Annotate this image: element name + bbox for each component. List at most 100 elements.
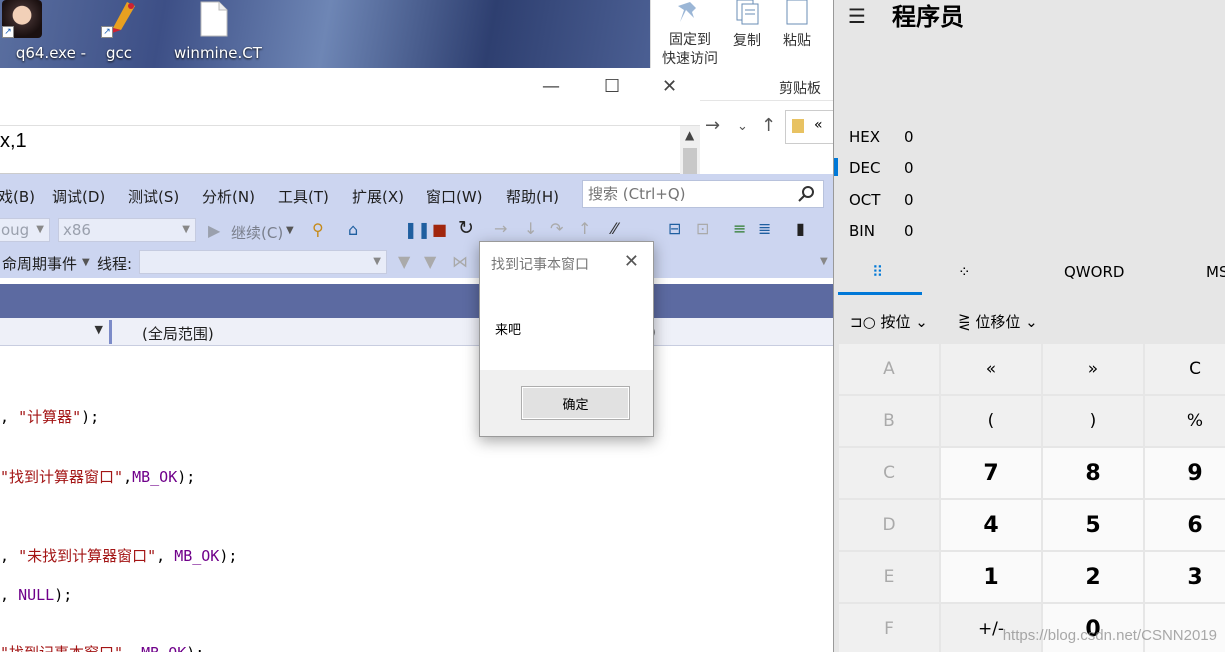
- key-right-shift[interactable]: »: [1043, 344, 1143, 394]
- restart-icon[interactable]: ↻: [458, 218, 474, 238]
- minimize-icon[interactable]: —: [542, 76, 560, 97]
- key-e[interactable]: E: [839, 552, 939, 602]
- thread-flag-icon[interactable]: ⋈: [452, 252, 468, 272]
- step-into-icon[interactable]: ↓: [524, 219, 537, 239]
- chevron-down-icon[interactable]: ▼: [820, 252, 828, 272]
- close-icon[interactable]: ✕: [662, 76, 677, 97]
- radix-name: HEX: [849, 128, 881, 146]
- desktop-icon-label: gcc: [105, 44, 132, 62]
- key-open-paren[interactable]: (: [941, 396, 1041, 446]
- close-icon[interactable]: ✕: [624, 251, 639, 272]
- bitshift-dropdown[interactable]: ⋛ 位移位 ⌄: [958, 311, 1038, 332]
- key-5[interactable]: 5: [1043, 500, 1143, 550]
- radix-hex-row[interactable]: HEX 0: [849, 128, 914, 146]
- key-f[interactable]: F: [839, 604, 939, 652]
- scroll-thumb[interactable]: [683, 148, 697, 174]
- platform-combo-value: x86: [63, 221, 91, 239]
- chevron-down-icon[interactable]: ▼: [286, 221, 294, 241]
- word-size-button[interactable]: QWORD: [1064, 263, 1124, 281]
- clear-icon[interactable]: ⊡: [696, 219, 709, 239]
- key-3[interactable]: 3: [1145, 552, 1225, 602]
- play-icon[interactable]: ▶: [208, 221, 220, 241]
- desktop-icon-qq[interactable]: ↗ q64.exe -: [0, 0, 86, 68]
- comment-icon[interactable]: ≣: [758, 219, 771, 239]
- bookmark-icon[interactable]: ▮: [796, 219, 805, 239]
- code-editor[interactable]: , "计算器"); "找到计算器窗口",MB_OK); , "未找到计算器窗口"…: [0, 348, 833, 652]
- key-2[interactable]: 2: [1043, 552, 1143, 602]
- key-left-shift[interactable]: «: [941, 344, 1041, 394]
- maximize-icon[interactable]: ☐: [604, 76, 620, 97]
- key-b[interactable]: B: [839, 396, 939, 446]
- pause-icon[interactable]: ❚❚: [404, 220, 431, 240]
- pin-quick-access-button[interactable]: 固定到 快速访问: [659, 0, 721, 68]
- full-keypad-icon[interactable]: ⠿: [872, 263, 883, 281]
- scope-dropdown[interactable]: (全局范围): [142, 323, 214, 344]
- key-7[interactable]: 7: [941, 448, 1041, 498]
- copy-button[interactable]: 复制: [727, 0, 767, 52]
- calculator-mode-title: 程序员: [892, 3, 964, 31]
- filter-icon[interactable]: ▼: [424, 252, 436, 272]
- vertical-scrollbar[interactable]: ▲: [680, 126, 700, 174]
- key-a[interactable]: A: [839, 344, 939, 394]
- paste-button[interactable]: 粘贴: [777, 0, 817, 52]
- key-6[interactable]: 6: [1145, 500, 1225, 550]
- step-over-icon[interactable]: ↷: [550, 219, 563, 239]
- radix-dec-row[interactable]: DEC 0: [849, 159, 914, 177]
- stop-icon[interactable]: ■: [432, 220, 447, 240]
- menu-item-tools[interactable]: 工具(T): [278, 186, 329, 207]
- notepad-titlebar: — ☐ ✕: [0, 68, 700, 126]
- key-1[interactable]: 1: [941, 552, 1041, 602]
- key-modulo[interactable]: %: [1145, 396, 1225, 446]
- forward-arrow-icon[interactable]: →: [705, 115, 720, 136]
- toggle-breakpoint-icon[interactable]: ⊟: [668, 219, 681, 239]
- filter-icon[interactable]: ▼: [398, 252, 410, 272]
- key-4[interactable]: 4: [941, 500, 1041, 550]
- menu-item-analyze[interactable]: 分析(N): [202, 186, 255, 207]
- key-d[interactable]: D: [839, 500, 939, 550]
- project-dropdown[interactable]: ▼: [0, 320, 112, 344]
- find-file-icon[interactable]: ⚲: [312, 220, 324, 240]
- desktop-icon-gcc[interactable]: ↗ gcc: [79, 0, 159, 68]
- notepad-text[interactable]: x,1: [0, 130, 27, 153]
- memory-store-button[interactable]: MS: [1206, 263, 1225, 281]
- key-9[interactable]: 9: [1145, 448, 1225, 498]
- radix-name: BIN: [849, 222, 875, 240]
- key-c[interactable]: C: [839, 448, 939, 498]
- chevron-down-icon[interactable]: ⌄: [737, 119, 748, 134]
- menu-item-help[interactable]: 帮助(H): [506, 186, 559, 207]
- chevron-down-icon[interactable]: ▼: [82, 253, 90, 273]
- radix-value: 0: [904, 159, 914, 177]
- platform-combo[interactable]: x86 ▼: [58, 218, 196, 242]
- menu-item-window[interactable]: 窗口(W): [426, 186, 483, 207]
- continue-button[interactable]: 继续(C): [231, 222, 283, 243]
- bit-toggle-keypad-icon[interactable]: ⁘: [958, 263, 971, 281]
- key-8[interactable]: 8: [1043, 448, 1143, 498]
- hamburger-menu-icon[interactable]: ☰: [848, 4, 866, 28]
- hex-display-icon[interactable]: ⁄⁄: [612, 219, 617, 239]
- up-arrow-icon[interactable]: ↑: [761, 115, 776, 136]
- desktop-icon-winmine[interactable]: winmine.CT: [174, 0, 262, 68]
- menu-item-build[interactable]: 戏(B): [0, 186, 35, 207]
- selected-tab-underline: [838, 292, 922, 295]
- bitwise-dropdown[interactable]: ⊐○ 按位 ⌄: [850, 311, 928, 332]
- search-input[interactable]: [583, 181, 783, 207]
- shortcut-arrow-icon: ↗: [101, 26, 113, 38]
- menu-item-debug[interactable]: 调试(D): [52, 186, 105, 207]
- ok-button[interactable]: 确定: [521, 386, 630, 420]
- lifecycle-events-label[interactable]: 命周期事件: [2, 253, 77, 274]
- scroll-up-icon[interactable]: ▲: [685, 128, 694, 142]
- key-close-paren[interactable]: ): [1043, 396, 1143, 446]
- search-box[interactable]: [582, 180, 824, 208]
- menu-item-extensions[interactable]: 扩展(X): [352, 186, 404, 207]
- home-icon[interactable]: ⌂: [348, 220, 358, 240]
- config-combo[interactable]: oug ▼: [0, 218, 50, 242]
- radix-bin-row[interactable]: BIN 0: [849, 222, 914, 240]
- thread-combo[interactable]: ▼: [139, 250, 387, 274]
- radix-oct-row[interactable]: OCT 0: [849, 191, 914, 209]
- key-clear[interactable]: C: [1145, 344, 1225, 394]
- menu-item-test[interactable]: 测试(S): [128, 186, 179, 207]
- indent-icon[interactable]: ≡: [733, 219, 746, 239]
- show-next-statement-icon[interactable]: →: [494, 219, 507, 239]
- step-out-icon[interactable]: ↑: [578, 219, 591, 239]
- code-line: , NULL);: [0, 586, 73, 604]
